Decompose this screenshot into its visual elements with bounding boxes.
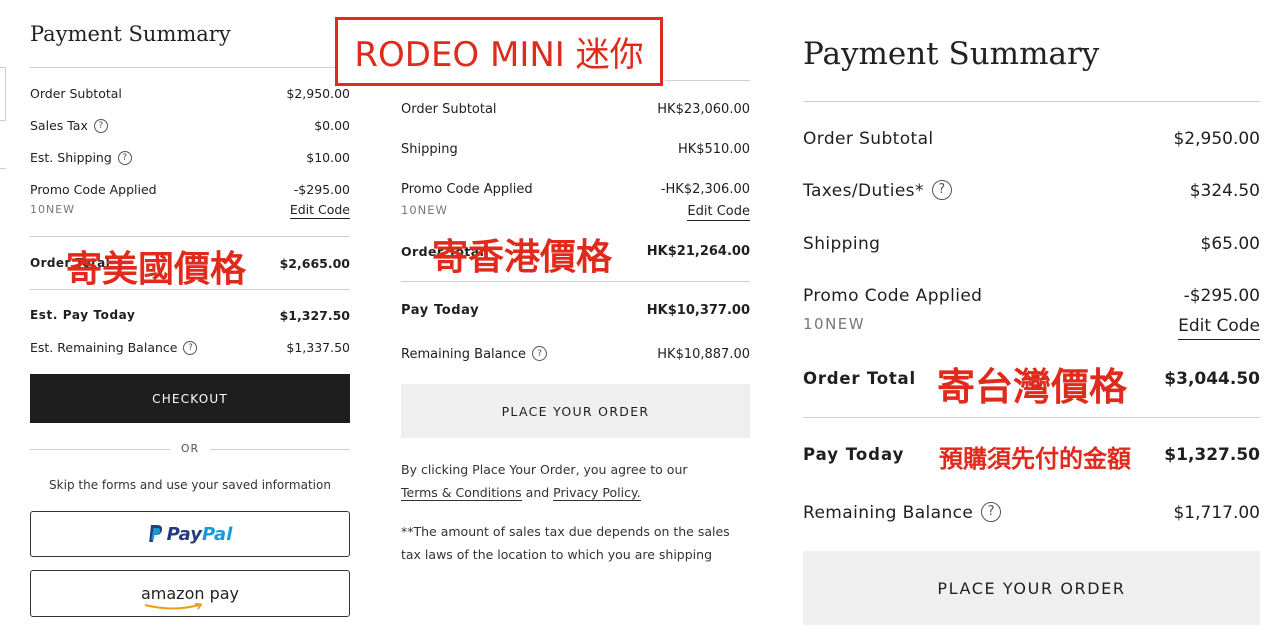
- sales-tax-row: Sales Tax?: [30, 118, 108, 133]
- remaining-label: Remaining Balance: [401, 347, 527, 362]
- shipping-label: Shipping: [803, 234, 881, 254]
- agree-text: By clicking Place Your Order, you agree …: [401, 462, 688, 477]
- order-total-value: HK$21,264.00: [646, 244, 750, 259]
- promo-code: 10NEW: [803, 315, 866, 333]
- left-edge-divider: [0, 120, 6, 121]
- remaining-row: Est. Remaining Balance?: [30, 340, 198, 355]
- remaining-value: HK$10,887.00: [657, 347, 750, 362]
- taxes-label: Taxes/Duties*: [803, 181, 924, 201]
- pay-today-value: $1,327.50: [279, 308, 350, 323]
- shipping-value: HK$510.00: [677, 142, 750, 157]
- promo-label: Promo Code Applied: [803, 286, 983, 306]
- sales-tax-note: **The amount of sales tax due depends on…: [401, 524, 730, 562]
- page-title: Payment Summary: [803, 36, 1100, 72]
- divider: [665, 80, 750, 81]
- paypal-icon: [148, 525, 162, 542]
- remaining-value: $1,337.50: [286, 340, 350, 355]
- left-edge-border: [5, 67, 6, 120]
- order-subtotal-label: Order Subtotal: [401, 102, 497, 117]
- pay-today-label: Pay Today: [401, 303, 480, 318]
- shipping-label: Est. Shipping: [30, 150, 112, 165]
- pay-today-label: Est. Pay Today: [30, 308, 136, 322]
- amazon-pay-text: amazon pay: [140, 584, 240, 603]
- promo-label: Promo Code Applied: [30, 182, 157, 197]
- left-edge-divider: [0, 168, 6, 169]
- terms-agreement: By clicking Place Your Order, you agree …: [401, 458, 750, 504]
- remaining-value: $1,717.00: [1173, 503, 1260, 523]
- paypal-text-pal: Pal: [202, 523, 233, 545]
- remaining-label: Est. Remaining Balance: [30, 340, 178, 355]
- annotation-tw-price: 寄台灣價格: [937, 365, 1128, 409]
- shipping-value: $10.00: [306, 150, 350, 165]
- divider: [30, 236, 350, 237]
- express-checkout-text: Skip the forms and use your saved inform…: [49, 478, 331, 492]
- place-order-button[interactable]: PLACE YOUR ORDER: [803, 551, 1260, 625]
- pay-today-value: HK$10,377.00: [646, 303, 750, 318]
- shipping-row: Est. Shipping?: [30, 150, 132, 165]
- paypal-button[interactable]: Pay Pal: [30, 511, 350, 557]
- annotation-prepay-note: 預購須先付的金額: [939, 445, 1131, 473]
- paypal-text-pay: Pay: [166, 523, 202, 545]
- divider: [210, 449, 350, 450]
- privacy-link[interactable]: Privacy Policy.: [553, 485, 641, 501]
- edit-code-link[interactable]: Edit Code: [687, 204, 750, 221]
- and-text: and: [525, 485, 550, 500]
- question-icon[interactable]: ?: [93, 118, 108, 133]
- annotation-us-price: 寄美國價格: [66, 249, 247, 290]
- promo-value: -HK$2,306.00: [660, 182, 750, 197]
- taxes-value: $324.50: [1189, 181, 1260, 201]
- taxes-row: Taxes/Duties*?: [803, 179, 952, 201]
- annotation-hk-price: 寄香港價格: [432, 237, 613, 278]
- order-subtotal-value: $2,950.00: [1173, 129, 1260, 149]
- sales-tax-value: $0.00: [314, 118, 350, 133]
- amazon-pay-button[interactable]: amazon pay: [30, 570, 350, 617]
- promo-code: 10NEW: [401, 203, 448, 217]
- order-subtotal-value: HK$23,060.00: [657, 102, 750, 117]
- promo-code: 10NEW: [30, 203, 76, 216]
- edit-code-link[interactable]: Edit Code: [1178, 316, 1260, 340]
- product-title-box: RODEO MINI 迷你: [335, 17, 663, 86]
- order-subtotal-label: Order Subtotal: [803, 129, 934, 149]
- question-icon[interactable]: ?: [183, 340, 198, 355]
- divider: [30, 449, 170, 450]
- shipping-value: $65.00: [1200, 234, 1260, 254]
- question-icon[interactable]: ?: [117, 150, 132, 165]
- promo-value: -$295.00: [1183, 286, 1260, 306]
- product-title: RODEO MINI 迷你: [354, 35, 644, 75]
- promo-value: -$295.00: [293, 182, 350, 197]
- remaining-label: Remaining Balance: [803, 503, 974, 523]
- order-subtotal-label: Order Subtotal: [30, 86, 122, 101]
- or-separator: OR: [180, 442, 200, 455]
- order-total-label: Order Total: [803, 369, 916, 388]
- question-icon[interactable]: ?: [981, 501, 1002, 522]
- amazon-smile-icon: [144, 603, 203, 610]
- order-total-value: $3,044.50: [1164, 369, 1260, 389]
- question-icon[interactable]: ?: [931, 179, 952, 200]
- terms-link[interactable]: Terms & Conditions: [401, 485, 522, 501]
- pay-today-value: $1,327.50: [1164, 445, 1260, 465]
- order-subtotal-value: $2,950.00: [286, 86, 350, 101]
- checkout-button[interactable]: CHECKOUT: [30, 374, 350, 423]
- divider: [803, 101, 1260, 102]
- remaining-row: Remaining Balance?: [803, 501, 1002, 523]
- divider: [803, 417, 1260, 418]
- promo-label: Promo Code Applied: [401, 182, 533, 197]
- sales-tax-label: Sales Tax: [30, 118, 88, 133]
- shipping-label: Shipping: [401, 142, 458, 157]
- pay-today-label: Pay Today: [803, 445, 905, 464]
- edit-code-link[interactable]: Edit Code: [289, 202, 350, 219]
- question-icon[interactable]: ?: [532, 346, 548, 361]
- remaining-row: Remaining Balance?: [401, 346, 548, 362]
- order-total-value: $2,665.00: [279, 256, 350, 271]
- page-title: Payment Summary: [30, 22, 231, 46]
- place-order-button[interactable]: PLACE YOUR ORDER: [401, 384, 750, 438]
- divider: [30, 289, 350, 290]
- divider: [30, 67, 350, 68]
- divider: [401, 281, 750, 282]
